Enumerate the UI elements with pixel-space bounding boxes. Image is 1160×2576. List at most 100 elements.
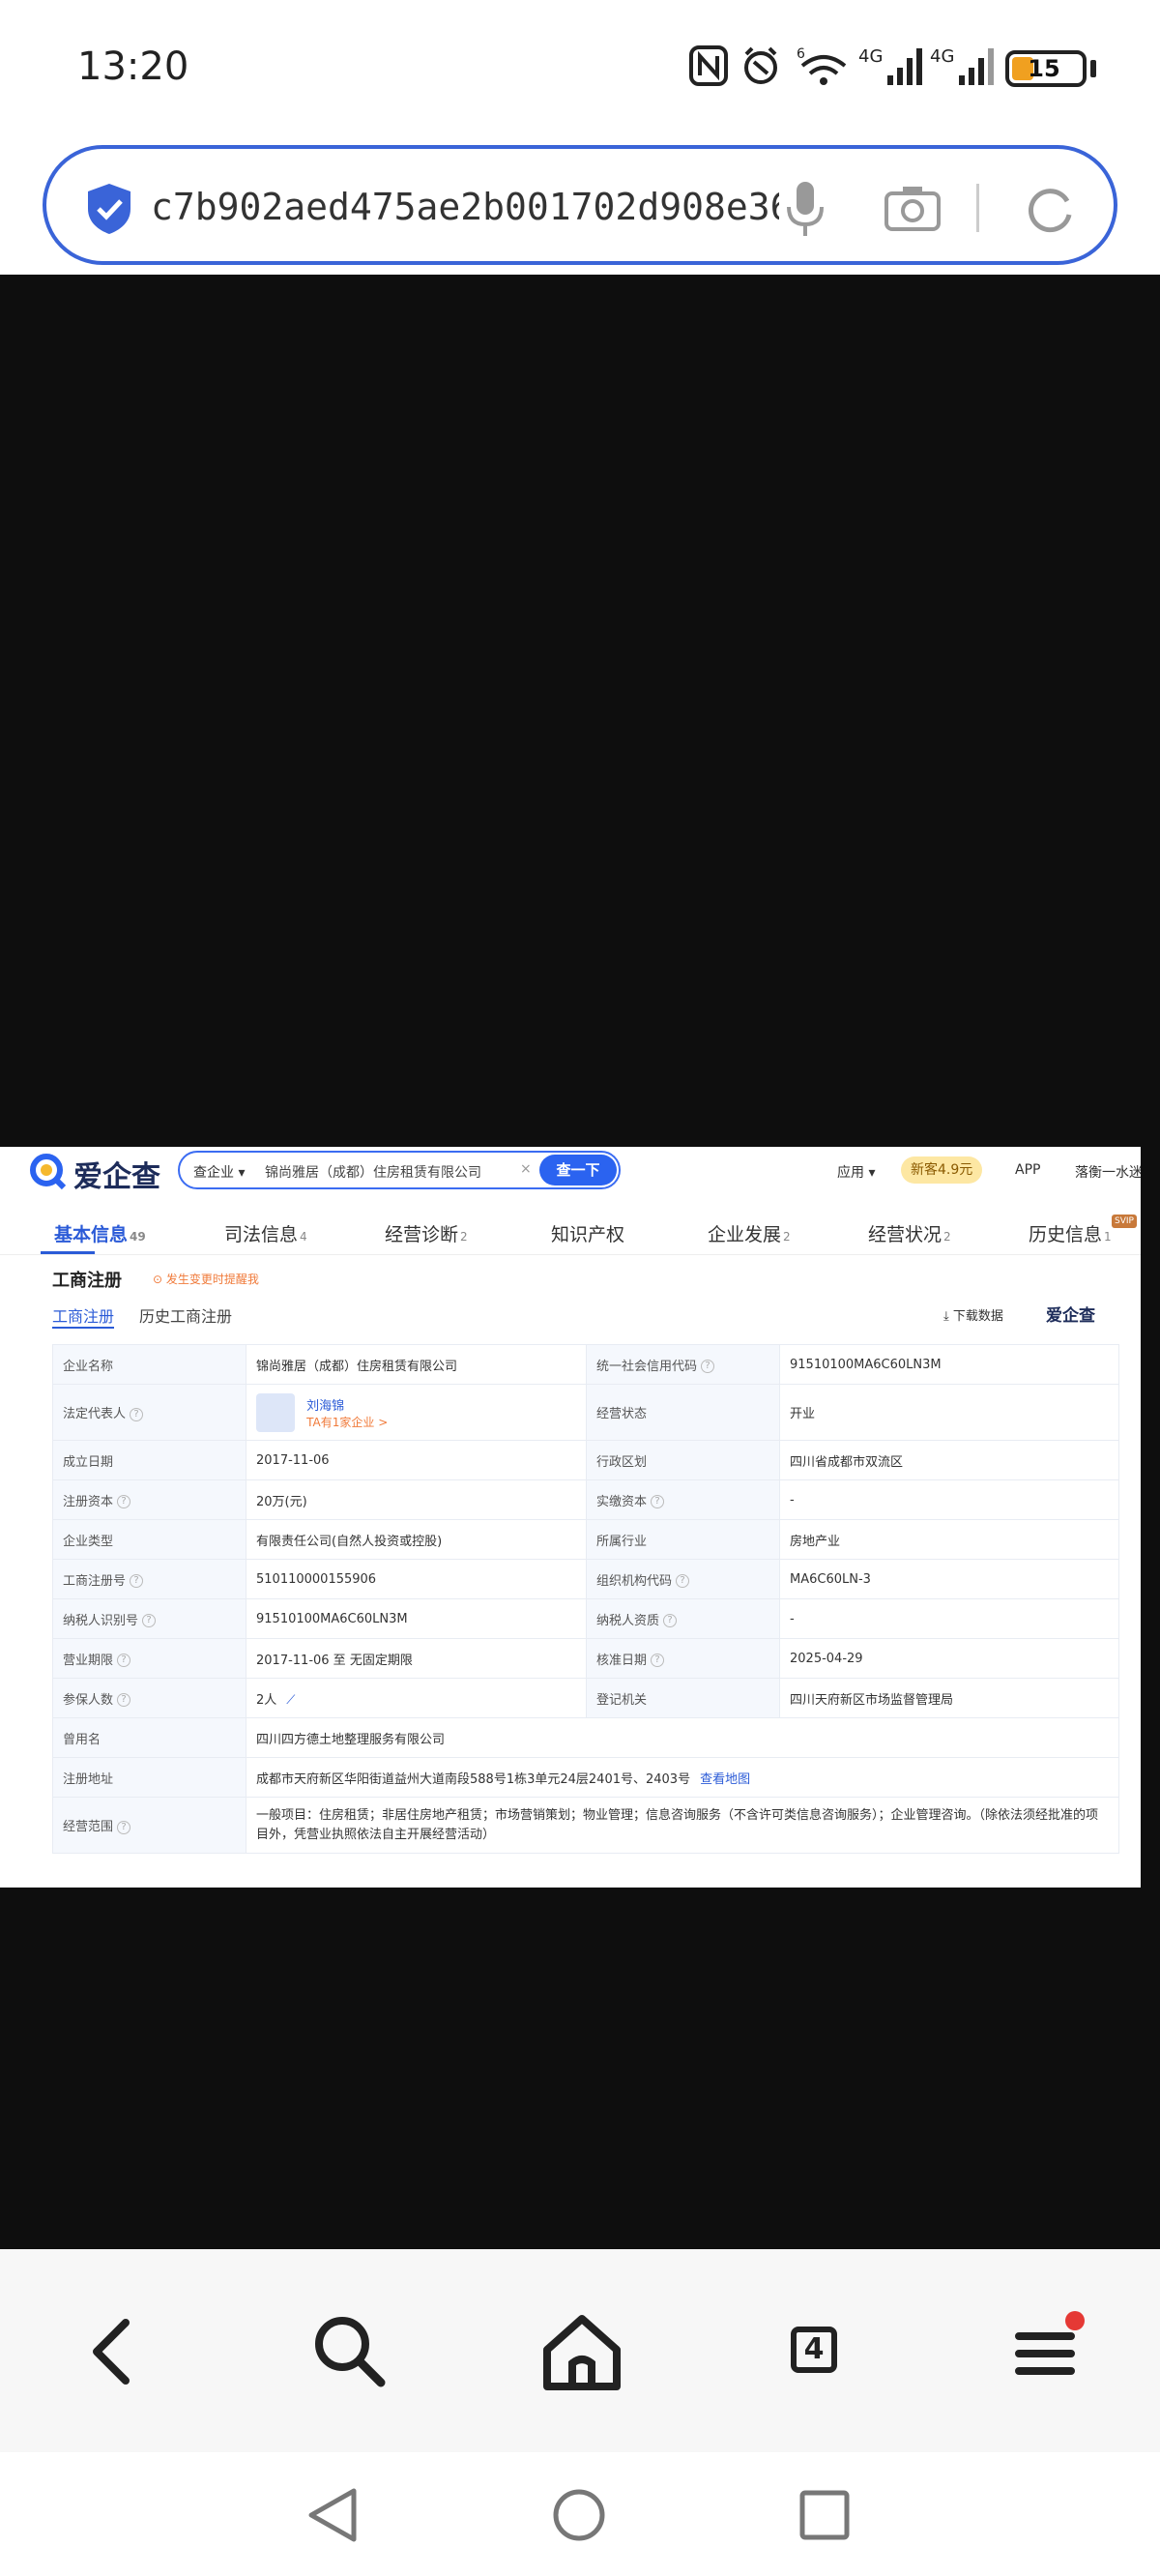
nfc-icon [689, 45, 728, 86]
subtab-indicator [52, 1327, 114, 1329]
status-bar: 13:20 6 4G 4G 15 [0, 0, 1160, 135]
back-arrow-icon[interactable] [66, 2303, 162, 2400]
help-icon: ? [663, 1614, 678, 1627]
registration-number: 510110000155906 [246, 1559, 587, 1599]
organization-code: MA6C60LN-3 [779, 1559, 1119, 1599]
notification-dot [1065, 2311, 1085, 2330]
shield-icon [88, 184, 130, 234]
legal-rep-info: 刘海锦 TA有1家企业 > [306, 1395, 388, 1430]
tab-business-diagnosis: 经营诊断 2 [385, 1220, 468, 1246]
table-row: 经营范围? 一般项目：住房租赁；非居住房地产租赁；市场营销策划；物业管理；信息咨… [52, 1797, 1119, 1854]
cell-label: 参保人数? [52, 1678, 246, 1718]
founded-date: 2017-11-06 [246, 1440, 587, 1480]
page-viewport[interactable]: 爱企查 查企业 ▾ 锦尚雅居（成都）住房租赁有限公司 × 查一下 应用 ▾ 新客… [0, 275, 1160, 2249]
tab-count: 1 [1104, 1230, 1112, 1244]
table-row: 营业期限? 2017-11-06 至 无固定期限 核准日期? 2025-04-2… [52, 1638, 1119, 1679]
menu-button[interactable] [998, 2303, 1094, 2400]
label-text: 注册资本 [63, 1494, 114, 1509]
address-bar[interactable]: c7b902aed475ae2b001702d908e36386.: [43, 145, 1117, 265]
label-text: 工商注册号 [63, 1573, 127, 1589]
company-type: 有限责任公司(自然人投资或控股) [246, 1519, 587, 1560]
app-download-link: APP [1015, 1162, 1041, 1178]
search-query-text: 锦尚雅居（成都）住房租赁有限公司 [265, 1165, 481, 1181]
network-label-1: 4G [858, 46, 883, 67]
cell-label: 纳税人资质? [586, 1598, 780, 1639]
help-icon: ? [676, 1574, 690, 1588]
help-icon: ? [142, 1614, 157, 1627]
registered-address: 成都市天府新区华阳街道益州大道南段588号1栋3单元24层2401号、2403号 [256, 1771, 691, 1787]
cell-label: 经营范围? [52, 1797, 246, 1854]
tab-count: 2 [460, 1230, 468, 1244]
alarm-icon [744, 46, 777, 84]
cell-label: 经营状态 [586, 1384, 780, 1441]
camera-icon[interactable] [884, 184, 942, 232]
label-text: 法定代表人 [63, 1407, 127, 1421]
help-icon: ? [117, 1654, 131, 1667]
label-text: 经营范围 [63, 1820, 114, 1834]
registration-authority: 四川天府新区市场监督管理局 [779, 1678, 1119, 1718]
active-tab-indicator [41, 1251, 95, 1254]
search-icon[interactable] [302, 2303, 398, 2400]
url-text[interactable]: c7b902aed475ae2b001702d908e36386.: [151, 186, 779, 228]
cell-label: 营业期限? [52, 1638, 246, 1679]
tab-label: 司法信息 [224, 1224, 299, 1245]
help-icon: ? [117, 1693, 131, 1707]
label-text: 实缴资本 [596, 1494, 648, 1509]
aiqicha-logo-icon [30, 1154, 67, 1190]
business-registration-table: 企业名称 锦尚雅居（成都）住房租赁有限公司 统一社会信用代码? 91510100… [52, 1344, 1119, 1854]
table-row: 工商注册号? 510110000155906 组织机构代码? MA6C60LN-… [52, 1559, 1119, 1599]
taxpayer-qualification: - [779, 1598, 1119, 1639]
trend-chart-icon: ⟋ [286, 1692, 296, 1708]
cell-label: 实缴资本? [586, 1479, 780, 1520]
credit-code: 91510100MA6C60LN3M [779, 1344, 1119, 1385]
subtab-current-registration: 工商注册 [52, 1307, 115, 1326]
system-navigation-bar [0, 2452, 1160, 2576]
cell-label: 工商注册号? [52, 1559, 246, 1599]
help-icon: ? [651, 1654, 665, 1667]
help-icon: ? [130, 1574, 144, 1588]
change-alert-hint: ⊙ 发生变更时提醒我 [153, 1273, 259, 1286]
battery-icon: 15 [1005, 50, 1087, 87]
registered-capital: 20万(元) [246, 1479, 587, 1520]
legal-rep-companies: TA有1家企业 > [306, 1415, 389, 1429]
cellular-signal-icon-1: 4G [858, 46, 922, 85]
table-row: 曾用名 四川四方德土地整理服务有限公司 [52, 1717, 1119, 1758]
tab-label: 基本信息 [54, 1224, 129, 1245]
legal-representative-cell: 刘海锦 TA有1家企业 > [246, 1384, 587, 1441]
apps-menu: 应用 ▾ [837, 1165, 876, 1181]
help-icon: ? [701, 1360, 715, 1373]
tab-label: 企业发展 [708, 1224, 782, 1245]
home-icon[interactable] [534, 2303, 630, 2400]
insured-count-cell: 2人 ⟋ [246, 1678, 587, 1718]
label-text: 纳税人识别号 [63, 1613, 139, 1628]
reload-icon[interactable] [1023, 182, 1077, 236]
section-title: 工商注册 [52, 1271, 122, 1291]
cell-label: 登记机关 [586, 1678, 780, 1718]
address-bar-divider [976, 184, 979, 232]
cell-label: 法定代表人? [52, 1384, 246, 1441]
status-time: 13:20 [77, 44, 189, 89]
subtab-history-registration: 历史工商注册 [139, 1307, 233, 1326]
table-row: 注册资本? 20万(元) 实缴资本? - [52, 1479, 1119, 1520]
business-scope: 一般项目：住房租赁；非居住房地产租赁；市场营销策划；物业管理；信息咨询服务（不含… [246, 1797, 1119, 1854]
search-scope-select: 查企业 ▾ [193, 1165, 246, 1181]
help-icon: ? [130, 1407, 144, 1421]
cell-label: 成立日期 [52, 1440, 246, 1480]
microphone-icon[interactable] [781, 180, 829, 238]
system-recents-icon[interactable] [791, 2481, 858, 2549]
tab-label: 历史信息 [1029, 1224, 1103, 1245]
tab-judicial-info: 司法信息 4 [224, 1220, 307, 1246]
help-icon: ? [651, 1495, 665, 1508]
table-row: 纳税人识别号? 91510100MA6C60LN3M 纳税人资质? - [52, 1598, 1119, 1639]
cell-label: 纳税人识别号? [52, 1598, 246, 1639]
system-home-icon[interactable] [545, 2481, 613, 2549]
aiqicha-watermark-logo: 爱企查 [1046, 1306, 1095, 1326]
table-row: 企业类型 有限责任公司(自然人投资或控股) 所属行业 房地产业 [52, 1519, 1119, 1560]
system-back-icon[interactable] [300, 2481, 367, 2549]
registered-address-cell: 成都市天府新区华阳街道益州大道南段588号1栋3单元24层2401号、2403号… [246, 1757, 1119, 1798]
clear-icon: × [520, 1161, 532, 1177]
label-text: 参保人数 [63, 1692, 114, 1708]
tabs-button[interactable]: 4 [766, 2303, 862, 2400]
embedded-search-box: 查企业 ▾ 锦尚雅居（成都）住房租赁有限公司 × 查一下 [178, 1151, 621, 1189]
cell-label: 行政区划 [586, 1440, 780, 1480]
